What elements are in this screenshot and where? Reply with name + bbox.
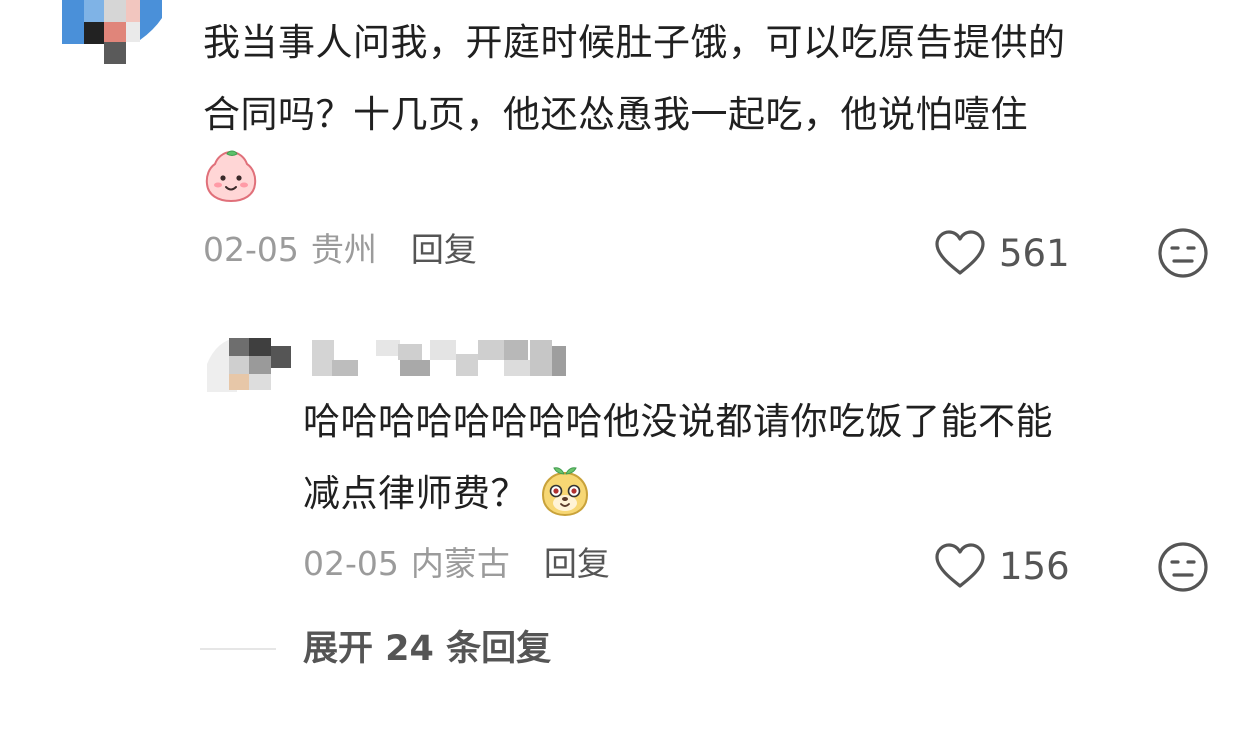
main-comment-line-1: 我当事人问我，开庭时候肚子饿，可以吃原告提供的 xyxy=(203,21,1066,64)
expand-replies-button[interactable]: 展开 24 条回复 xyxy=(303,626,551,672)
main-avatar[interactable] xyxy=(62,0,162,64)
meh-face-icon[interactable] xyxy=(1156,540,1210,594)
sprout-doge-emoji xyxy=(541,466,589,516)
like-button[interactable]: 561 xyxy=(933,225,1070,281)
reply-comment-meta: 02-05 内蒙古 回复 xyxy=(303,542,610,586)
reply-location: 内蒙古 xyxy=(410,544,510,583)
reply-comment-text: 哈哈哈哈哈哈哈哈他没说都请你吃饭了能不能 减点律师费？ xyxy=(303,386,1203,530)
reply-reply-button[interactable]: 回复 xyxy=(544,544,610,583)
like-count: 561 xyxy=(999,231,1070,275)
peach-smile-emoji xyxy=(205,150,257,203)
reply-comment-line-2: 减点律师费？ xyxy=(303,472,528,515)
expand-divider xyxy=(200,648,276,650)
heart-icon xyxy=(935,230,985,275)
reply-like-button[interactable]: 156 xyxy=(933,538,1070,594)
comment-location: 贵州 xyxy=(310,230,377,269)
reply-button[interactable]: 回复 xyxy=(411,230,477,269)
reply-username-mosaic[interactable] xyxy=(312,336,568,380)
meh-face-icon[interactable] xyxy=(1156,226,1210,280)
reply-like-count: 156 xyxy=(999,544,1070,588)
main-comment-meta: 02-05 贵州 回复 xyxy=(203,228,477,272)
comment-date: 02-05 xyxy=(203,230,299,269)
main-comment-text: 我当事人问我，开庭时候肚子饿，可以吃原告提供的 合同吗？十几页，他还怂恿我一起吃，… xyxy=(203,7,1213,151)
main-comment-line-2: 合同吗？十几页，他还怂恿我一起吃，他说怕噎住 xyxy=(203,93,1028,136)
heart-icon xyxy=(935,543,985,588)
reply-avatar[interactable] xyxy=(207,334,297,392)
reply-comment-line-1: 哈哈哈哈哈哈哈哈他没说都请你吃饭了能不能 xyxy=(303,400,1053,443)
reply-date: 02-05 xyxy=(303,544,399,583)
